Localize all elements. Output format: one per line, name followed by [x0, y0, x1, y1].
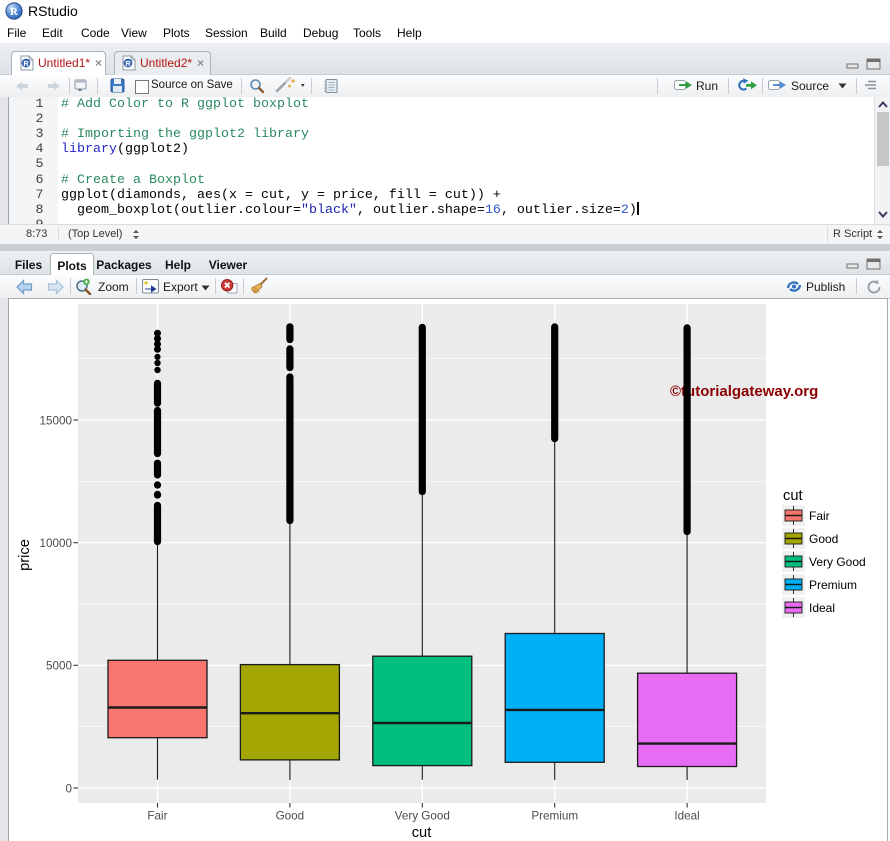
svg-text:R: R [125, 61, 130, 68]
svg-text:Good: Good [276, 809, 305, 822]
svg-text:Premium: Premium [531, 809, 578, 822]
svg-text:Good: Good [809, 532, 838, 546]
svg-text:Very Good: Very Good [395, 809, 450, 822]
svg-text:Very Good: Very Good [809, 555, 866, 569]
svg-text:R: R [10, 6, 19, 18]
svg-text:©tutorialgateway.org: ©tutorialgateway.org [670, 383, 818, 400]
svg-text:cut: cut [783, 488, 803, 504]
svg-text:price: price [17, 539, 33, 571]
svg-text:Fair: Fair [147, 809, 167, 822]
svg-text:Premium: Premium [809, 578, 857, 592]
svg-text:R: R [23, 61, 28, 68]
svg-text:Fair: Fair [809, 509, 830, 523]
svg-text:5000: 5000 [46, 660, 73, 673]
svg-text:10000: 10000 [39, 537, 72, 550]
svg-text:cut: cut [412, 825, 432, 841]
svg-text:Ideal: Ideal [809, 601, 835, 615]
svg-text:0: 0 [65, 782, 72, 795]
svg-text:15000: 15000 [39, 414, 72, 427]
svg-text:Ideal: Ideal [674, 809, 699, 822]
